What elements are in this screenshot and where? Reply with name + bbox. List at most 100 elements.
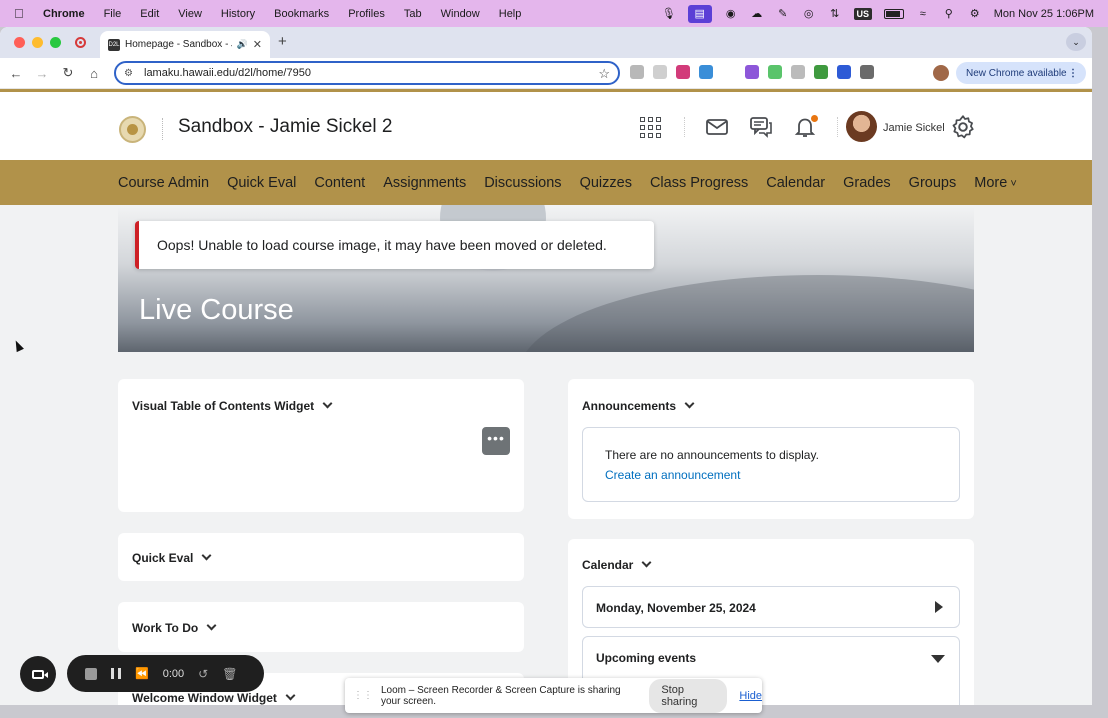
back-icon[interactable]: ←: [3, 66, 29, 81]
chevron-down-icon[interactable]: [201, 550, 212, 561]
vtoc-widget-header[interactable]: Visual Table of Contents Widget: [132, 398, 333, 413]
wifi-icon[interactable]: ≈: [916, 8, 930, 20]
chevron-down-icon[interactable]: [641, 557, 652, 568]
menu-history[interactable]: History: [221, 8, 255, 20]
search-icon[interactable]: ⚲: [942, 8, 956, 20]
stop-recording-icon[interactable]: [85, 667, 97, 680]
extension-icon[interactable]: [814, 65, 828, 79]
audio-icon[interactable]: 🔊: [237, 39, 248, 50]
menu-window[interactable]: Window: [441, 8, 480, 20]
calendar-widget-header[interactable]: Calendar: [582, 557, 652, 572]
menu-help[interactable]: Help: [499, 8, 522, 20]
extension-icon[interactable]: [745, 65, 759, 79]
course-selector-grid-icon[interactable]: [640, 115, 664, 139]
home-icon[interactable]: ⌂: [81, 66, 107, 81]
nav-assignments[interactable]: Assignments: [383, 175, 466, 191]
drag-handle-icon[interactable]: ⋮⋮: [353, 690, 373, 701]
pen-icon[interactable]: ✎: [776, 8, 790, 20]
menu-tab[interactable]: Tab: [404, 8, 422, 20]
settings-gear-icon[interactable]: [950, 114, 976, 140]
chevron-down-icon[interactable]: [322, 398, 333, 409]
menu-view[interactable]: View: [178, 8, 202, 20]
close-window-button[interactable]: [14, 37, 25, 48]
extension-icon[interactable]: [722, 65, 736, 79]
menu-edit[interactable]: Edit: [140, 8, 159, 20]
forward-icon[interactable]: →: [29, 66, 55, 81]
chrome-menu-icon[interactable]: ⋮: [1068, 68, 1078, 79]
nav-more[interactable]: More: [974, 175, 1017, 191]
battery-icon[interactable]: [883, 8, 904, 19]
extension-icon[interactable]: [676, 65, 690, 79]
tool-icon[interactable]: ⇅: [828, 8, 842, 20]
chevron-down-icon[interactable]: [206, 620, 217, 631]
chevron-down-icon[interactable]: [684, 398, 695, 409]
hide-link[interactable]: Hide: [739, 690, 762, 702]
extension-icon[interactable]: [630, 65, 644, 79]
menu-profiles[interactable]: Profiles: [348, 8, 385, 20]
announcements-widget-header[interactable]: Announcements: [582, 398, 695, 413]
reload-icon[interactable]: ↻: [55, 65, 81, 81]
chevron-down-icon[interactable]: [285, 690, 296, 701]
rewind-icon[interactable]: ⏪: [135, 667, 149, 680]
extension-icon[interactable]: [791, 65, 805, 79]
nav-grades[interactable]: Grades: [843, 175, 891, 191]
cloud-icon[interactable]: ☁: [750, 8, 764, 20]
microphone-icon[interactable]: 🎙: [662, 8, 676, 20]
address-bar[interactable]: ⚙ lamaku.hawaii.edu/d2l/home/7950 ☆: [114, 61, 620, 85]
grammarly-icon[interactable]: ◉: [724, 8, 738, 20]
input-source-badge[interactable]: US: [853, 7, 872, 20]
new-chrome-available-button[interactable]: New Chrome available ⋮: [956, 62, 1086, 84]
tab-homepage[interactable]: D2L Homepage - Sandbox - Jamie 🔊 ✕: [100, 31, 270, 58]
notifications-bell-icon[interactable]: [793, 115, 818, 139]
tab-search-chevron-icon[interactable]: ⌄: [1066, 33, 1086, 51]
extension-icon[interactable]: [653, 65, 667, 79]
minimize-window-button[interactable]: [32, 37, 43, 48]
widget-options-button[interactable]: •••: [482, 427, 510, 455]
nav-calendar[interactable]: Calendar: [766, 175, 825, 191]
next-arrow-icon[interactable]: [935, 601, 943, 613]
nav-quizzes[interactable]: Quizzes: [580, 175, 632, 191]
screen-share-icon[interactable]: ▤: [687, 4, 712, 23]
user-name[interactable]: Jamie Sickel: [883, 122, 945, 134]
trash-icon[interactable]: 🗑: [222, 667, 237, 681]
menu-bookmarks[interactable]: Bookmarks: [274, 8, 329, 20]
create-announcement-link[interactable]: Create an announcement: [605, 468, 740, 482]
nav-class-progress[interactable]: Class Progress: [650, 175, 748, 191]
extension-icon[interactable]: [768, 65, 782, 79]
quick-eval-widget-header[interactable]: Quick Eval: [132, 550, 212, 565]
apple-icon[interactable]: : [14, 6, 28, 21]
site-info-icon[interactable]: ⚙: [124, 68, 138, 79]
zoom-window-button[interactable]: [50, 37, 61, 48]
nav-discussions[interactable]: Discussions: [484, 175, 561, 191]
bookmark-star-icon[interactable]: ☆: [598, 66, 610, 82]
nav-content[interactable]: Content: [314, 175, 365, 191]
pause-icon[interactable]: [111, 668, 121, 679]
nav-groups[interactable]: Groups: [909, 175, 957, 191]
new-tab-icon[interactable]: +: [278, 33, 287, 50]
collapse-triangle-icon[interactable]: [931, 655, 945, 663]
university-seal-logo[interactable]: [119, 116, 146, 143]
menu-app-chrome[interactable]: Chrome: [43, 8, 85, 20]
nav-course-admin[interactable]: Course Admin: [118, 175, 209, 191]
extension-icon[interactable]: [837, 65, 851, 79]
extension-icon[interactable]: [699, 65, 713, 79]
loom-camera-button[interactable]: [20, 656, 56, 692]
extensions-puzzle-icon[interactable]: [860, 65, 874, 79]
globe-icon[interactable]: ◎: [802, 8, 816, 20]
user-avatar[interactable]: [846, 111, 877, 142]
menu-file[interactable]: File: [104, 8, 122, 20]
nav-quick-eval[interactable]: Quick Eval: [227, 175, 296, 191]
stop-sharing-button[interactable]: Stop sharing: [649, 678, 728, 713]
email-icon[interactable]: [705, 115, 729, 139]
close-tab-icon[interactable]: ✕: [253, 38, 262, 51]
restart-icon[interactable]: ↺: [198, 667, 208, 681]
course-title[interactable]: Sandbox - Jamie Sickel 2: [178, 116, 392, 138]
messages-icon[interactable]: [749, 115, 773, 139]
control-center-icon[interactable]: ⚙: [968, 8, 982, 20]
calendar-date-row[interactable]: Monday, November 25, 2024: [582, 586, 960, 628]
chrome-profile-avatar[interactable]: [933, 65, 949, 81]
work-to-do-widget-header[interactable]: Work To Do: [132, 620, 217, 635]
menubar-clock[interactable]: Mon Nov 25 1:06PM: [994, 8, 1094, 20]
welcome-widget-header[interactable]: Welcome Window Widget: [132, 690, 296, 705]
upcoming-events-title[interactable]: Upcoming events: [583, 637, 959, 665]
